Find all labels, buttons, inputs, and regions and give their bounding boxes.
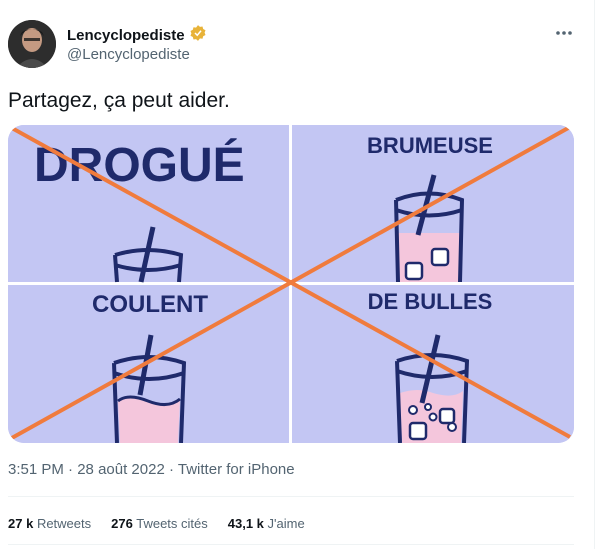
quotes-count: 276	[111, 515, 133, 531]
likes-count: 43,1 k	[227, 515, 264, 531]
tweet-stats: 27 k Retweets 276 Tweets cités 43,1 k J'…	[8, 505, 325, 541]
quotes-label: Tweets cités	[136, 515, 208, 531]
retweets-stat[interactable]: 27 k Retweets	[8, 516, 91, 531]
panel-title-4: DE BULLES	[368, 289, 493, 314]
tweet-meta: 3:51 PM · 28 août 2022 · Twitter for iPh…	[8, 461, 295, 478]
panel-title-2: BRUMEUSE	[367, 133, 493, 158]
divider-top	[8, 496, 574, 497]
meta-separator-2: ·	[168, 461, 174, 478]
likes-stat[interactable]: 43,1 k J'aime	[228, 516, 305, 531]
author-handle[interactable]: @Lencyclopediste	[67, 46, 190, 63]
panel-title-3: COULENT	[92, 291, 208, 318]
tweet-time[interactable]: 3:51 PM	[8, 461, 64, 478]
quotes-stat[interactable]: 276 Tweets cités	[111, 516, 208, 531]
meta-separator: ·	[68, 461, 74, 478]
author-name-text[interactable]: Lencyclopediste	[67, 27, 185, 44]
retweets-label: Retweets	[36, 515, 92, 531]
gold-verified-icon	[189, 24, 207, 46]
retweets-count: 27 k	[8, 515, 34, 531]
tweet-media[interactable]: DROGUÉ BRUMEUSE COULENT DE BULLES	[8, 125, 574, 443]
tweet-text: Partagez, ça peut aider.	[8, 89, 230, 112]
divider-bottom	[8, 544, 574, 545]
tweet-date[interactable]: 28 août 2022	[77, 461, 165, 478]
author-name[interactable]: Lencyclopediste	[67, 24, 207, 46]
tweet: Lencyclopediste @Lencyclopediste Partage…	[0, 0, 595, 549]
panel-title-1: DROGUÉ	[34, 138, 245, 192]
likes-label: J'aime	[267, 515, 305, 531]
avatar[interactable]	[8, 20, 56, 68]
more-options-icon[interactable]	[553, 22, 575, 44]
tweet-source[interactable]: Twitter for iPhone	[178, 461, 295, 478]
